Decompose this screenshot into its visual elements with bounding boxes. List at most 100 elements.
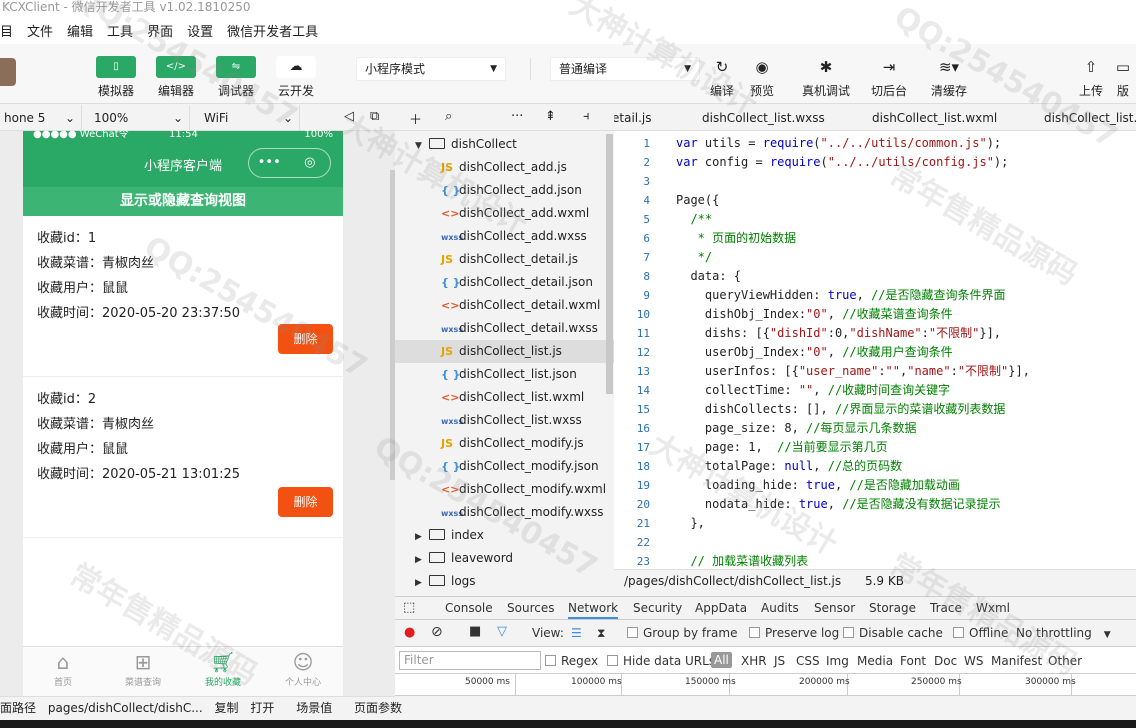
file-item[interactable]: wxssdishCollect_list.wxss <box>395 409 614 432</box>
simulator-button[interactable]: ▯ 模拟器 <box>86 56 146 99</box>
file-item[interactable]: wxssdishCollect_add.wxss <box>395 225 614 248</box>
throttling-select[interactable]: No throttling ▼ <box>1016 626 1111 640</box>
tab-editor-file[interactable]: dishCollect_list.j <box>1044 105 1136 130</box>
menu-item-devtools[interactable]: 微信开发者工具 <box>227 21 318 40</box>
type-xhr[interactable]: XHR <box>741 654 767 668</box>
type-manifest[interactable]: Manifest <box>991 654 1042 668</box>
file-item[interactable]: JS dishCollect_list.js <box>395 340 614 363</box>
type-other[interactable]: Other <box>1048 654 1082 668</box>
debugger-button[interactable]: ⇋ 调试器 <box>206 56 266 99</box>
hide-data-urls-toggle[interactable]: Hide data URLs <box>607 654 715 668</box>
mode-select[interactable]: 小程序模式 ▼ <box>356 57 506 81</box>
tab-trace[interactable]: Trace <box>930 597 962 619</box>
tab-wxml[interactable]: Wxml <box>976 597 1010 619</box>
preserve-log-toggle[interactable]: Preserve log <box>749 626 839 640</box>
menu-item[interactable]: 目 <box>0 21 13 40</box>
tab-security[interactable]: Security <box>633 597 682 619</box>
sound-icon[interactable]: ◁ <box>344 109 354 124</box>
folder-index[interactable]: ▶ index <box>395 524 614 547</box>
type-all[interactable]: All <box>711 652 732 668</box>
disable-cache-toggle[interactable]: Disable cache <box>843 626 943 640</box>
toggle-query-view-button[interactable]: 显示或隐藏查询视图 <box>23 187 343 216</box>
clear-cache-button[interactable]: ≋▾ 清缓存 <box>924 56 974 99</box>
tab-editor-file[interactable]: etail.js <box>614 105 652 130</box>
copy-link[interactable]: 复制 <box>215 701 239 715</box>
menu-item-settings[interactable]: 设置 <box>187 21 213 40</box>
offline-toggle[interactable]: Offline <box>953 626 1008 640</box>
version-button[interactable]: ▭ 版 <box>1110 56 1136 99</box>
scene-link[interactable]: 场景值 <box>296 701 332 715</box>
file-item[interactable]: <>dishCollect_add.wxml <box>395 202 614 225</box>
folder-dishcollect[interactable]: ▼ dishCollect <box>395 133 614 156</box>
inspect-icon[interactable]: ⬚ <box>403 600 415 615</box>
type-doc[interactable]: Doc <box>934 654 957 668</box>
collapse-icon[interactable]: ⇞ <box>545 109 556 124</box>
type-media[interactable]: Media <box>857 654 893 668</box>
type-img[interactable]: Img <box>826 654 849 668</box>
preview-button[interactable]: ◉ 预览 <box>737 56 787 99</box>
file-item[interactable]: { }dishCollect_list.json <box>395 363 614 386</box>
more-icon[interactable]: ··· <box>511 109 523 124</box>
filter-icon[interactable]: ▽ <box>497 624 507 639</box>
close-target-icon[interactable]: ◎ <box>290 149 331 177</box>
add-icon[interactable]: ＋ <box>409 109 422 128</box>
device-select[interactable]: hone 5 ⌄ <box>0 105 82 131</box>
tab-storage[interactable]: Storage <box>869 597 916 619</box>
popout-icon[interactable]: ⧉ <box>370 109 379 124</box>
zoom-select[interactable]: 100% ⌄ <box>90 105 190 131</box>
menu-item-view[interactable]: 界面 <box>147 21 173 40</box>
delete-button[interactable]: 删除 <box>278 324 333 354</box>
tab-home[interactable]: ⌂ 首页 <box>23 647 103 696</box>
file-item[interactable]: wxssdishCollect_modify.wxss <box>395 501 614 524</box>
tab-my-collection[interactable]: 🛒︎ 我的收藏 <box>183 647 263 696</box>
record-icon[interactable]: ● <box>404 625 415 640</box>
remote-debug-button[interactable]: ✱ 真机调试 <box>801 56 851 99</box>
tab-console[interactable]: Console <box>445 597 493 619</box>
open-link[interactable]: 打开 <box>250 701 274 715</box>
file-item[interactable]: JS dishCollect_detail.js <box>395 248 614 271</box>
menu-item-edit[interactable]: 编辑 <box>67 21 93 40</box>
file-item[interactable]: JS dishCollect_add.js <box>395 156 614 179</box>
tab-appdata[interactable]: AppData <box>695 597 747 619</box>
upload-button[interactable]: ⇧ 上传 <box>1066 56 1116 99</box>
network-select[interactable]: WiFi ⌄ <box>200 105 300 131</box>
list-view-icon[interactable]: ☰ <box>571 626 582 640</box>
search-icon[interactable]: ⌕ <box>445 109 452 124</box>
tab-sensor[interactable]: Sensor <box>814 597 855 619</box>
type-js[interactable]: JS <box>774 654 785 668</box>
cloud-button[interactable]: ☁ 云开发 <box>266 56 326 99</box>
folder-logs[interactable]: ▶ logs <box>395 570 614 593</box>
camera-icon[interactable]: ■ <box>469 624 481 639</box>
tab-audits[interactable]: Audits <box>761 597 799 619</box>
avatar[interactable] <box>0 58 16 86</box>
file-item[interactable]: { }dishCollect_modify.json <box>395 455 614 478</box>
folder-leaveword[interactable]: ▶ leaveword <box>395 547 614 570</box>
tab-sources[interactable]: Sources <box>507 597 554 619</box>
tab-recipe-search[interactable]: ⊞ 菜谱查询 <box>103 647 183 696</box>
tab-editor-file[interactable]: dishCollect_list.wxml <box>872 105 997 130</box>
file-item[interactable]: <>dishCollect_modify.wxml <box>395 478 614 501</box>
filter-input[interactable]: Filter <box>399 651 541 670</box>
editor-button[interactable]: </> 编辑器 <box>146 56 206 99</box>
file-item[interactable]: <>dishCollect_detail.wxml <box>395 294 614 317</box>
group-by-frame-toggle[interactable]: Group by frame <box>627 626 737 640</box>
regex-toggle[interactable]: Regex <box>545 654 598 668</box>
split-icon[interactable]: ⫞ <box>583 109 590 124</box>
waterfall-icon[interactable]: ⧗ <box>597 626 605 641</box>
file-item[interactable]: JS dishCollect_modify.js <box>395 432 614 455</box>
file-tree-scrollbar[interactable] <box>606 134 613 394</box>
type-font[interactable]: Font <box>900 654 926 668</box>
type-css[interactable]: CSS <box>796 654 820 668</box>
file-item[interactable]: { }dishCollect_add.json <box>395 179 614 202</box>
tab-profile[interactable]: ☺ 个人中心 <box>263 647 343 696</box>
tab-editor-file[interactable]: dishCollect_list.wxss <box>702 105 825 130</box>
type-ws[interactable]: WS <box>964 654 983 668</box>
file-item[interactable]: { }dishCollect_detail.json <box>395 271 614 294</box>
menu-item-tools[interactable]: 工具 <box>107 21 133 40</box>
clear-icon[interactable]: ⊘ <box>431 624 443 640</box>
background-button[interactable]: ⇥ 切后台 <box>864 56 914 99</box>
more-icon[interactable]: ••• <box>249 149 290 177</box>
params-link[interactable]: 页面参数 <box>354 701 402 715</box>
menu-item-file[interactable]: 文件 <box>27 21 53 40</box>
file-item[interactable]: <>dishCollect_list.wxml <box>395 386 614 409</box>
